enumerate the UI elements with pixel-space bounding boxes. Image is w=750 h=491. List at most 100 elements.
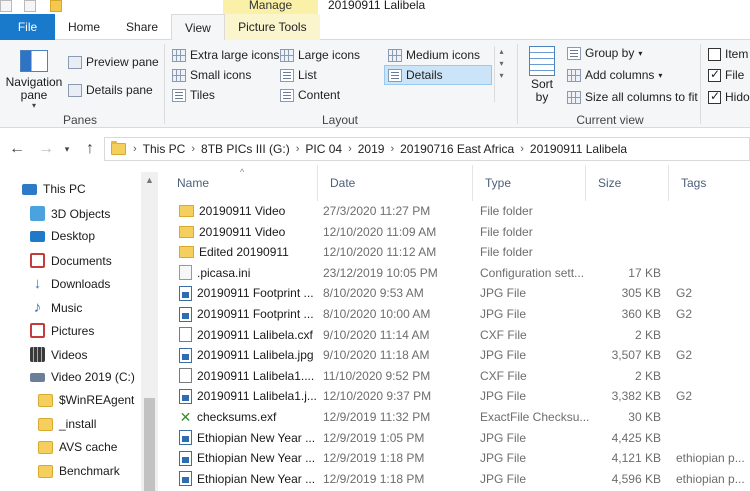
file-date: 12/10/2020 9:37 PM [323,389,432,404]
file-row[interactable]: ✕ checksums.exf 12/9/2019 11:32 PM ExactFil… [165,407,750,427]
tab-file[interactable]: File [0,14,55,40]
nav-item-this-pc[interactable]: This PC [22,182,86,196]
nav-item-label: Music [51,300,83,315]
column-header-size[interactable]: Size [586,165,669,201]
file-row[interactable]: Ethiopian New Year ... 12/9/2019 1:05 PM J… [165,428,750,448]
nav-item-label: 3D Objects [51,206,111,221]
chevron-right-icon[interactable]: › [293,143,303,155]
add-columns-button[interactable]: Add columns ▾ [567,68,662,82]
hidden-checkbox-row[interactable]: Hido [708,89,750,104]
chevron-right-icon[interactable]: › [387,143,397,155]
size-all-columns-button[interactable]: Size all columns to fit [567,90,698,104]
file-row[interactable]: 20190911 Lalibela.jpg 9/10/2020 11:18 AM J… [165,345,750,365]
new-folder-icon[interactable] [50,0,62,12]
nav-item-video-2019-c[interactable]: Video 2019 (C:) [30,370,135,384]
up-arrow-icon[interactable]: ↑ [81,141,99,157]
file-date: 9/10/2020 11:18 AM [323,348,430,363]
nav-item-benchmark[interactable]: Benchmark [38,464,120,478]
forward-arrow-icon[interactable]: → [37,141,55,157]
scroll-up-icon[interactable]: ▲ [141,172,158,189]
file-checkbox-row[interactable]: File [708,67,744,82]
navigation-pane-label: Navigation pane [5,75,63,102]
column-header-tags[interactable]: Tags [669,165,750,201]
column-header-type[interactable]: Type [473,165,586,201]
chevron-right-icon[interactable]: › [130,143,140,155]
file-type: File folder [480,224,533,239]
content-button[interactable]: Content [280,88,340,102]
nav-item-downloads[interactable]: ↓ Downloads [30,276,111,291]
sort-by-button[interactable]: Sort by [527,46,557,108]
tab-share[interactable]: Share [113,14,171,40]
medium-icons-button[interactable]: Medium icons [388,48,480,62]
file-row[interactable]: 20190911 Footprint ... 8/10/2020 10:00 AM… [165,304,750,324]
item-checkbox[interactable] [708,47,721,61]
nav-item-pictures[interactable]: Pictures [30,323,94,338]
large-icons-button[interactable]: Large icons [280,48,360,62]
details-pane-button[interactable]: Details pane [68,83,153,97]
file-checkbox[interactable] [708,67,721,82]
file-type: CXF File [480,368,527,383]
nav-item-music[interactable]: ♪ Music [30,300,83,315]
manage-context-tab[interactable]: Manage [223,0,318,14]
nav-item-label: Pictures [51,323,95,338]
file-row[interactable]: 20190911 Lalibela1.j... 12/10/2020 9:37 P… [165,386,750,406]
address-bar[interactable]: › This PC › 8TB PICs III (G:) › PIC 04 ›… [104,137,750,161]
file-row[interactable]: 20190911 Lalibela.cxf 9/10/2020 11:14 AM C… [165,325,750,345]
list-button[interactable]: List [280,68,317,82]
file-row[interactable]: 20190911 Video 12/10/2020 11:09 AM File fo… [165,222,750,242]
add-columns-label: Add columns [585,68,655,82]
properties-icon[interactable] [0,0,12,12]
hidden-checkbox[interactable] [708,89,721,104]
breadcrumb-item[interactable]: This PC [140,142,189,156]
item-checkbox-row[interactable]: Item [708,47,748,61]
nav-item-winreagent[interactable]: $WinREAgent [38,393,134,407]
column-header-date[interactable]: Date [318,165,473,201]
chevron-right-icon[interactable]: › [188,143,198,155]
group-by-button[interactable]: Group by ▾ [567,46,642,60]
breadcrumb-item[interactable]: 2019 [355,142,388,156]
nav-item-desktop[interactable]: Desktop [30,229,95,243]
breadcrumb-item[interactable]: 20190716 East Africa [397,142,517,156]
scrollbar-thumb[interactable] [144,398,155,491]
file-row[interactable]: 20190911 Lalibela1.... 11/10/2020 9:52 PM… [165,366,750,386]
recent-chevron-icon[interactable]: ▾ [58,141,76,157]
tab-view[interactable]: View [171,14,225,40]
file-name-cell: Ethiopian New Year ... [179,448,322,468]
chevron-right-icon[interactable]: › [345,143,355,155]
layout-scroll[interactable]: ▴ ▾ ▾ [494,46,508,102]
navigation-pane-button[interactable]: Navigation pane ▾ [5,48,63,110]
chevron-right-icon[interactable]: › [517,143,527,155]
nav-item-3d-objects[interactable]: 3D Objects [30,206,110,221]
small-icons-icon [172,68,186,82]
file-name: 20190911 Video [199,204,286,218]
breadcrumb-item[interactable]: PIC 04 [302,142,345,156]
tab-picture-tools[interactable]: Picture Tools [224,14,320,40]
tab-home[interactable]: Home [55,14,113,40]
pictures-icon [30,323,45,338]
checkmark-icon[interactable] [24,0,36,12]
file-name-cell: .picasa.ini [179,263,322,283]
nav-item-documents[interactable]: Documents [30,253,112,268]
small-icons-button[interactable]: Small icons [172,68,251,82]
column-header-name[interactable]: Name [165,165,318,201]
preview-pane-button[interactable]: Preview pane [68,55,159,69]
file-row[interactable]: .picasa.ini 23/12/2019 10:05 PM Configurat… [165,263,750,283]
nav-item-videos[interactable]: Videos [30,347,87,362]
file-row[interactable]: Ethiopian New Year ... 12/9/2019 1:18 PM J… [165,469,750,489]
extra-large-icons-button[interactable]: Extra large icons [172,48,279,62]
file-name-cell: 20190911 Video [179,222,322,242]
tiles-button[interactable]: Tiles [172,88,215,102]
file-size: 3,507 KB [611,348,661,363]
file-name: 20190911 Lalibela1.j... [197,389,317,404]
nav-item-avs-cache[interactable]: AVS cache [38,440,117,454]
file-row[interactable]: Ethiopian New Year ... 12/9/2019 1:18 PM J… [165,448,750,468]
breadcrumb-item[interactable]: 20190911 Lalibela [527,142,630,156]
details-button[interactable]: Details [384,65,492,85]
file-row[interactable]: 20190911 Footprint ... 8/10/2020 9:53 AM J… [165,283,750,303]
file-name: 20190911 Footprint ... [197,286,314,301]
breadcrumb-item[interactable]: 8TB PICs III (G:) [198,142,293,156]
nav-item-install[interactable]: _install [38,417,96,431]
file-row[interactable]: Edited 20190911 12/10/2020 11:12 AM File f… [165,242,750,262]
back-arrow-icon[interactable]: ← [8,141,26,157]
file-row[interactable]: 20190911 Video 27/3/2020 11:27 PM File fol… [165,201,750,221]
